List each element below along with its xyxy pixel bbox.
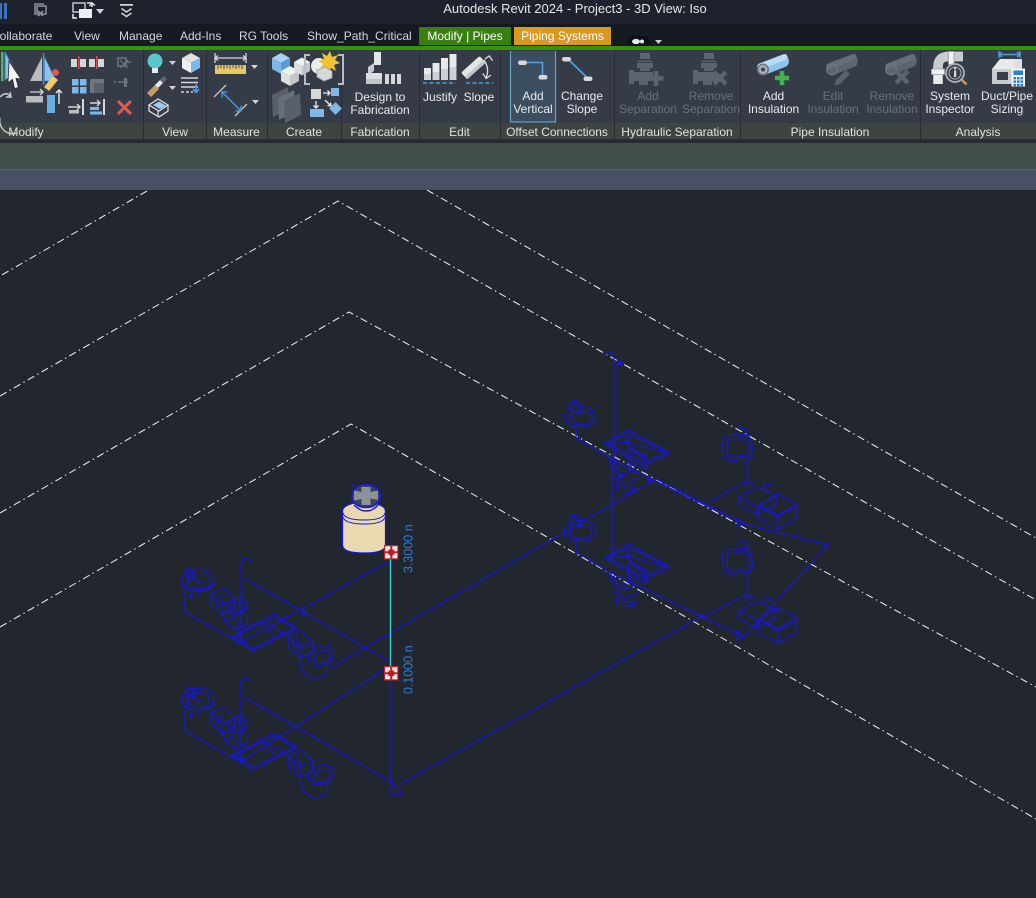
- svg-text:0.1000 n: 0.1000 n: [402, 645, 416, 694]
- svg-text:3.3000 n: 3.3000 n: [402, 524, 416, 573]
